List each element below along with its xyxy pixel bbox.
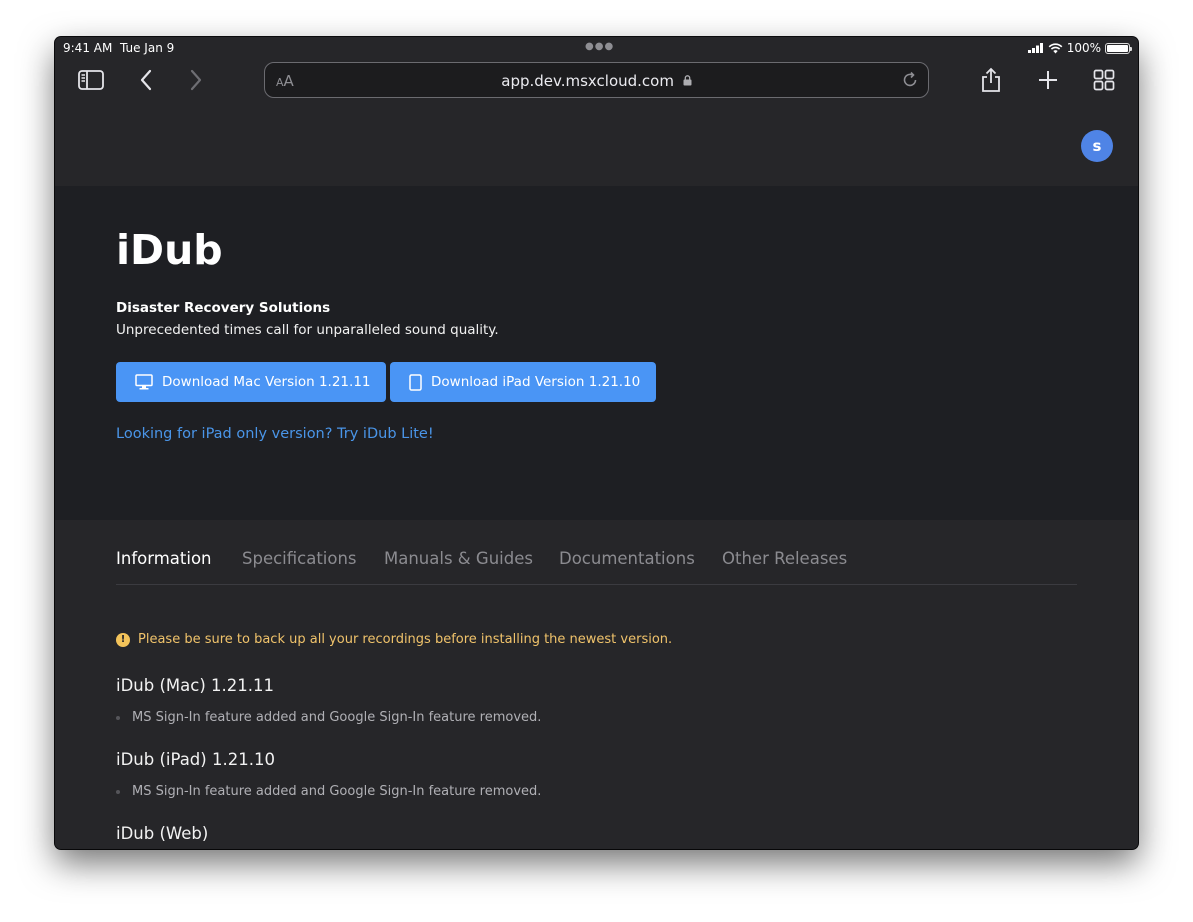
ipad-screen: 9:41 AM Tue Jan 9 ●●● 100% AA app.dev.ms…: [55, 37, 1138, 849]
release-title-web: iDub (Web): [116, 824, 209, 843]
app-header: s: [55, 104, 1138, 186]
desktop-icon: [135, 374, 153, 390]
warning-icon: !: [116, 632, 130, 647]
product-title: iDub: [116, 226, 223, 274]
details-tabs: Information Specifications Manuals & Gui…: [116, 549, 1077, 585]
status-date: Tue Jan 9: [120, 41, 175, 55]
plus-icon[interactable]: [1033, 67, 1063, 93]
download-mac-label: Download Mac Version 1.21.11: [162, 374, 371, 390]
product-subtitle: Disaster Recovery Solutions: [116, 300, 331, 316]
share-icon[interactable]: [976, 67, 1006, 93]
lock-icon: [683, 75, 692, 86]
bullet-icon: [116, 789, 120, 794]
browser-toolbar: 9:41 AM Tue Jan 9 ●●● 100% AA app.dev.ms…: [55, 37, 1138, 104]
tab-information[interactable]: Information: [116, 549, 212, 568]
product-details: Information Specifications Manuals & Gui…: [55, 520, 1138, 849]
release-title-mac: iDub (Mac) 1.21.11: [116, 676, 274, 695]
tab-other-releases[interactable]: Other Releases: [722, 549, 847, 568]
status-indicators: 100%: [1027, 41, 1132, 55]
battery-icon: [1105, 42, 1132, 54]
wifi-icon: [1048, 42, 1063, 53]
tab-manuals-guides[interactable]: Manuals & Guides: [384, 549, 533, 568]
release-title-ipad: iDub (iPad) 1.21.10: [116, 750, 275, 769]
download-ipad-button[interactable]: Download iPad Version 1.21.10: [390, 362, 656, 402]
idub-lite-link[interactable]: Looking for iPad only version? Try iDub …: [116, 426, 434, 442]
address-bar[interactable]: AA app.dev.msxcloud.com: [264, 62, 929, 98]
backup-warning: ! Please be sure to back up all your rec…: [116, 632, 672, 647]
release-note-item: MS Sign-In feature added and Google Sign…: [116, 710, 541, 725]
download-ipad-label: Download iPad Version 1.21.10: [431, 374, 641, 390]
product-hero: iDub Disaster Recovery Solutions Unprece…: [55, 186, 1138, 520]
tablet-icon: [409, 373, 422, 391]
warning-text: Please be sure to back up all your recor…: [138, 632, 673, 647]
multitasking-dots-icon[interactable]: ●●●: [585, 41, 614, 52]
forward-icon[interactable]: [181, 67, 211, 93]
sidebar-icon[interactable]: [76, 67, 106, 93]
battery-percentage: 100%: [1066, 41, 1101, 55]
user-avatar[interactable]: s: [1081, 130, 1113, 162]
product-tagline: Unprecedented times call for unparallele…: [116, 322, 499, 338]
back-icon[interactable]: [131, 67, 161, 93]
status-bar: 9:41 AM Tue Jan 9 ●●● 100%: [55, 37, 1138, 59]
release-note-item: MS Sign-In feature added and Google Sign…: [116, 784, 541, 799]
status-time: 9:41 AM: [63, 41, 113, 55]
download-mac-button[interactable]: Download Mac Version 1.21.11: [116, 362, 386, 402]
reload-icon[interactable]: [901, 71, 919, 89]
bullet-icon: [116, 715, 120, 720]
tabs-icon[interactable]: [1089, 67, 1119, 93]
tab-documentations[interactable]: Documentations: [559, 549, 695, 568]
url-text[interactable]: app.dev.msxcloud.com: [265, 72, 928, 90]
cellular-signal-icon: [1027, 43, 1043, 53]
tab-specifications[interactable]: Specifications: [242, 549, 357, 568]
